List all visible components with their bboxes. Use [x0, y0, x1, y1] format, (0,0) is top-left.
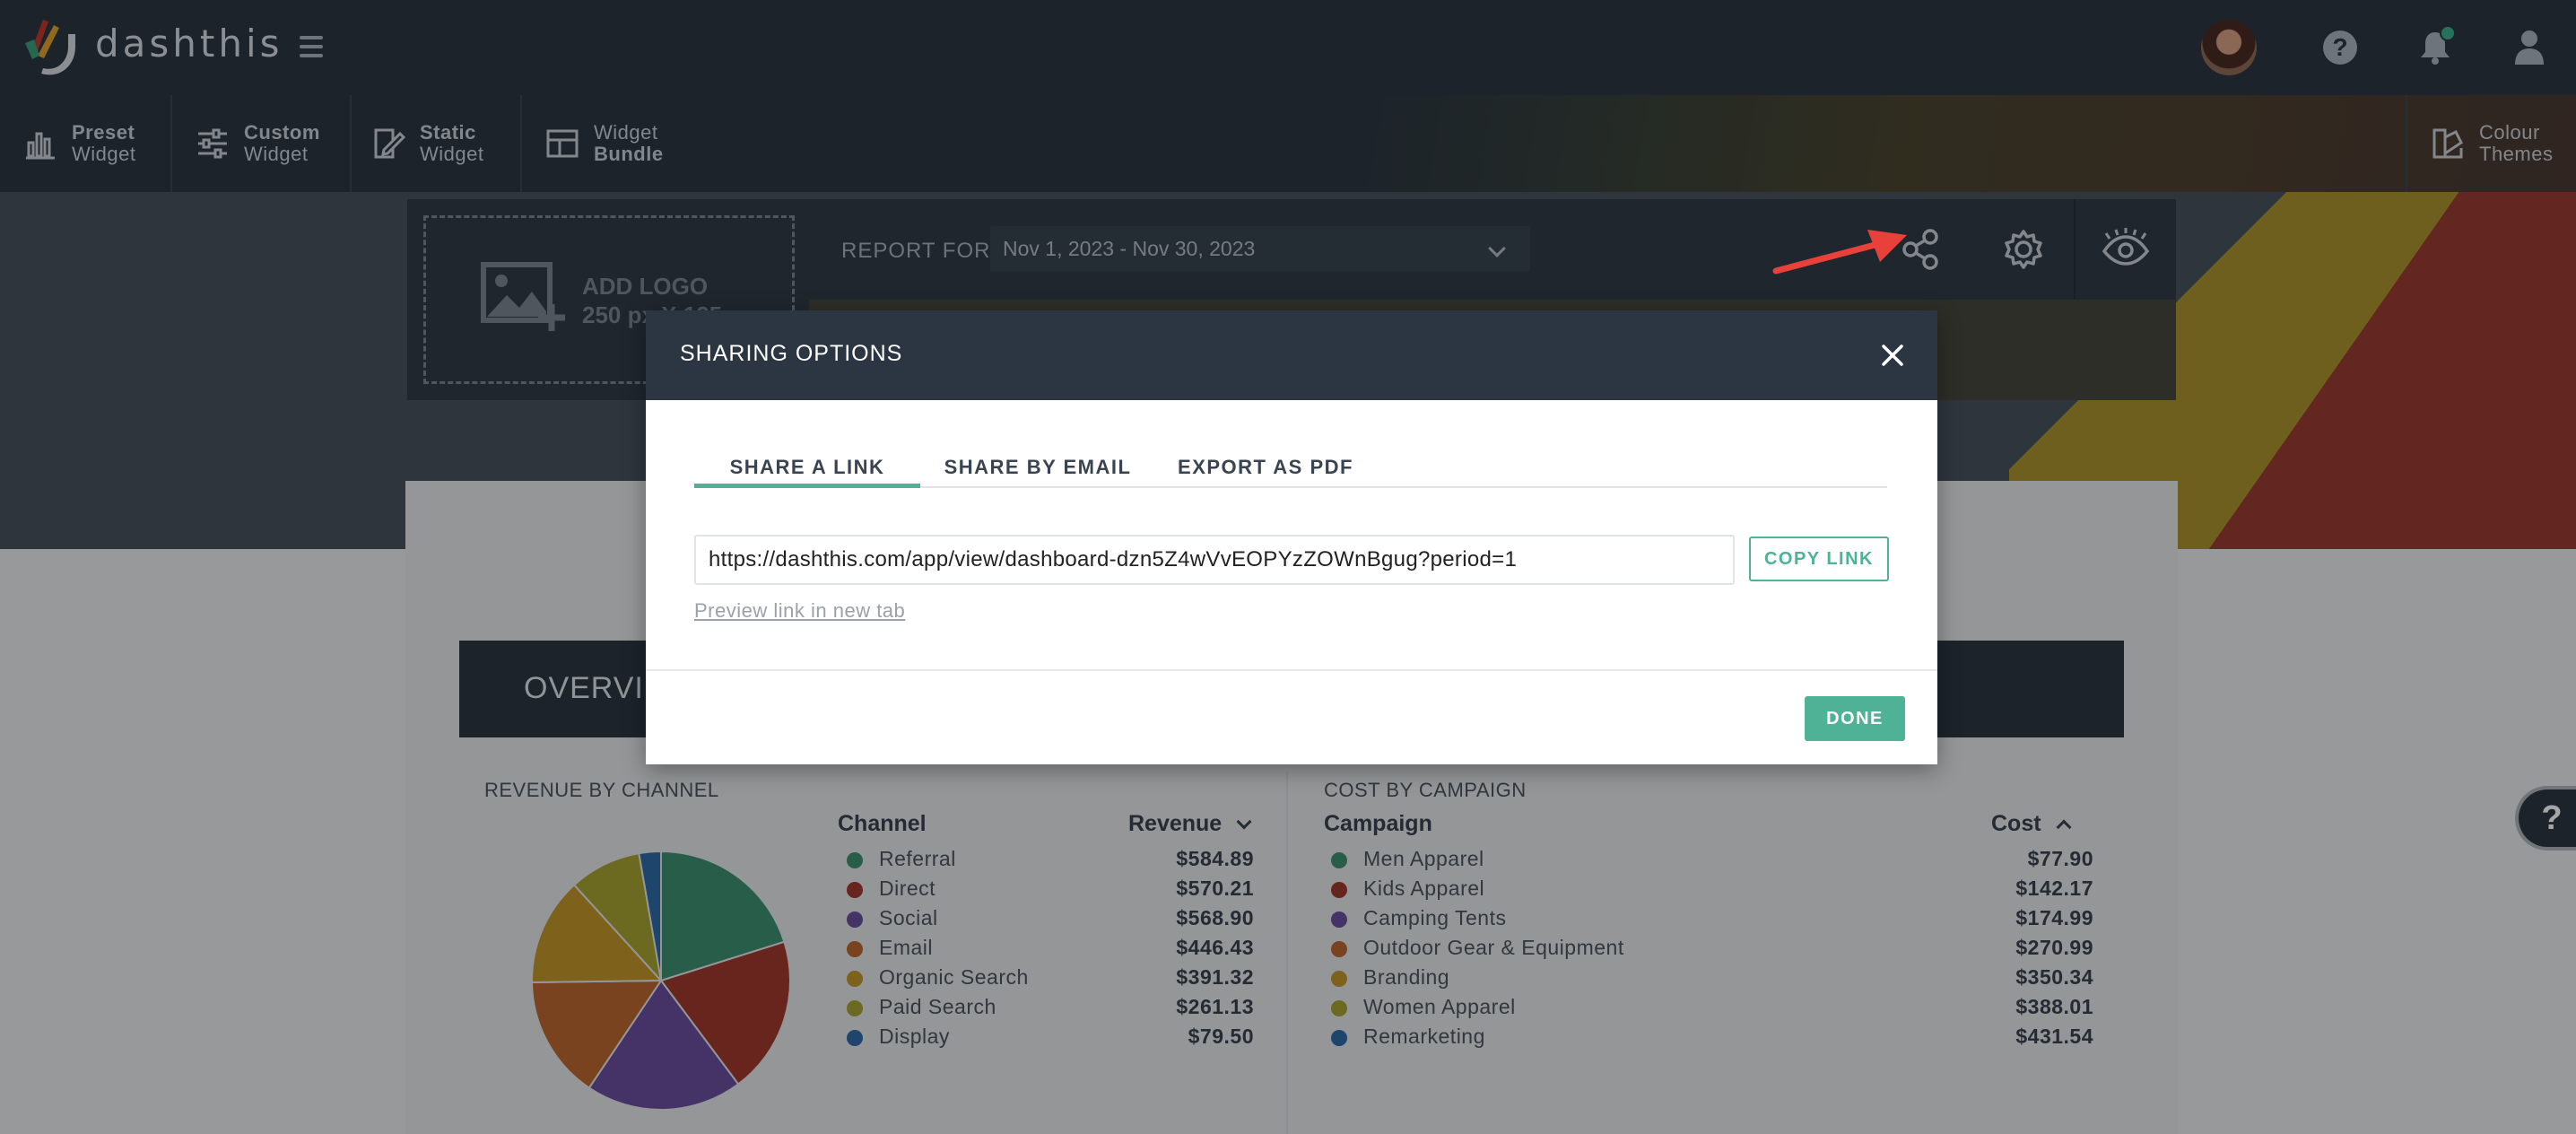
done-button[interactable]: DONE [1805, 696, 1905, 741]
tab-share-by-email[interactable]: SHARE BY EMAIL [936, 450, 1139, 488]
preview-link[interactable]: Preview link in new tab [694, 599, 905, 623]
tab-export-as-pdf[interactable]: EXPORT AS PDF [1168, 450, 1363, 488]
copy-link-button[interactable]: COPY LINK [1749, 536, 1889, 581]
modal-title: SHARING OPTIONS [680, 341, 903, 366]
sharing-tabs: SHARE A LINK SHARE BY EMAIL EXPORT AS PD… [694, 450, 1887, 488]
annotation-arrow-icon [1772, 230, 1907, 275]
share-link-input[interactable] [694, 535, 1735, 585]
tab-share-a-link[interactable]: SHARE A LINK [694, 450, 920, 488]
modal-footer-divider [646, 669, 1937, 671]
modal-header: SHARING OPTIONS [646, 310, 1937, 400]
close-icon[interactable] [1873, 336, 1912, 375]
sharing-options-modal: SHARING OPTIONS SHARE A LINK SHARE BY EM… [646, 310, 1937, 764]
